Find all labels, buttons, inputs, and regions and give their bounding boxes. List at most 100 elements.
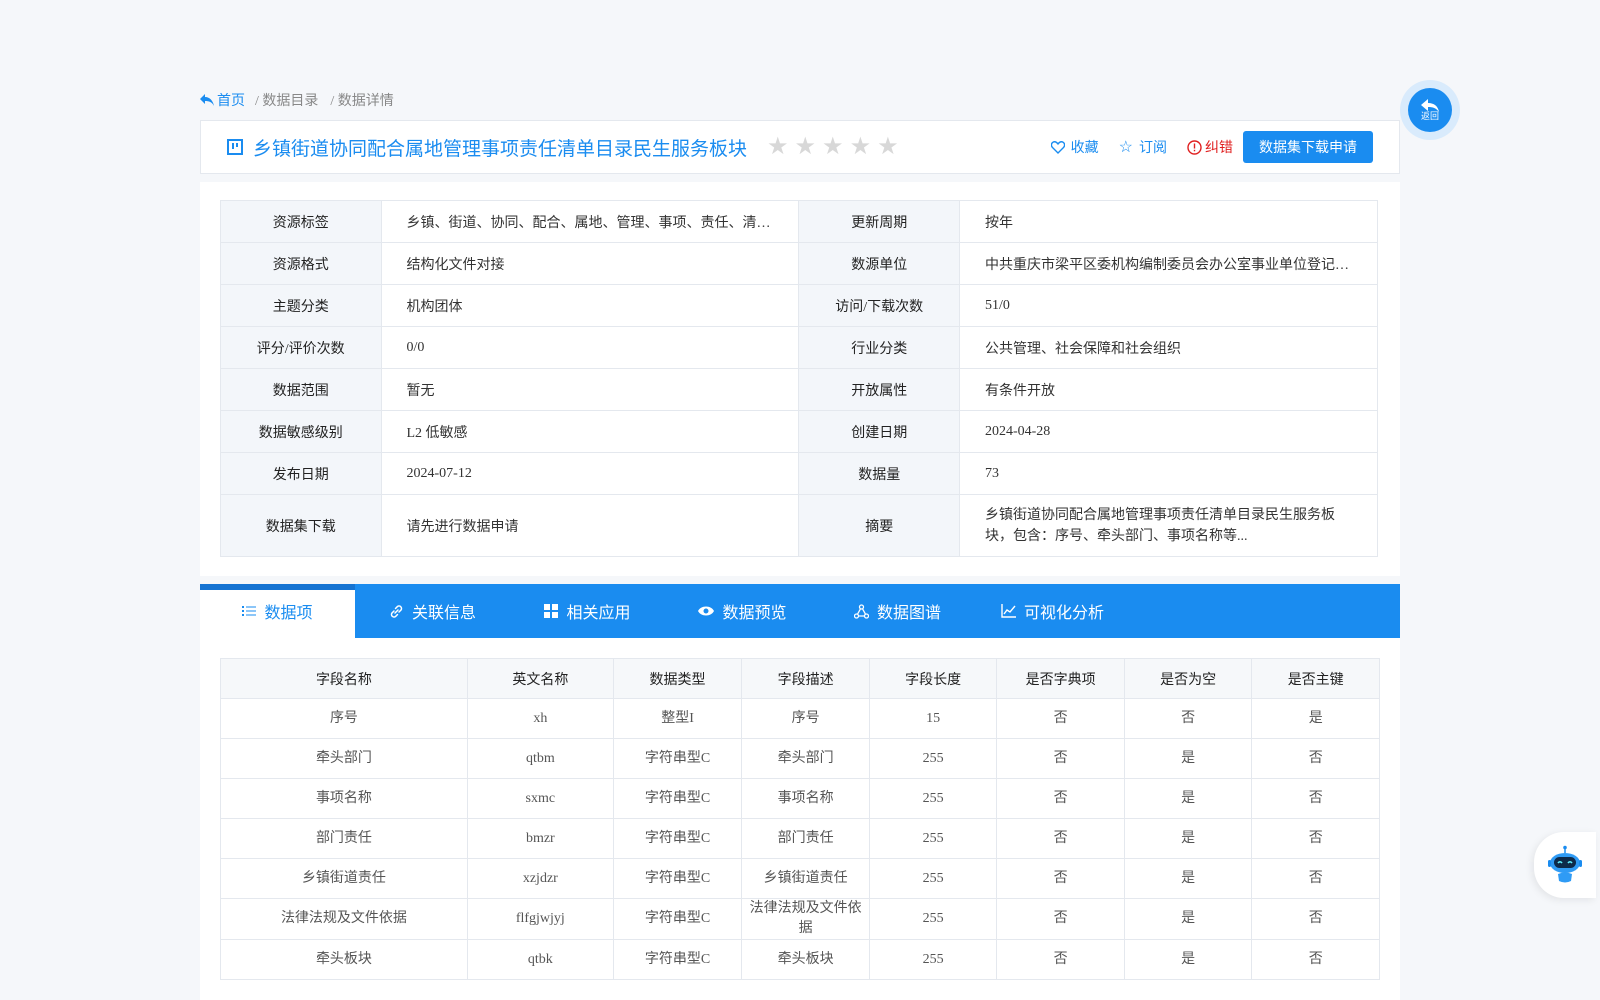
table-cell: xh <box>466 698 614 739</box>
info-value: 中共重庆市梁平区委机构编制委员会办公室事业单位登记管理局 <box>958 242 1379 285</box>
table-cell: xzjdzr <box>466 858 614 899</box>
data-items-panel: 字段名称 英文名称 数据类型 字段描述 字段长度 是否字典项 是否为空 是否主键… <box>200 638 1400 1000</box>
star-icon[interactable]: ★ <box>767 135 789 159</box>
table-cell: 部门责任 <box>220 818 468 859</box>
table-cell: 255 <box>868 818 998 859</box>
breadcrumb-home[interactable]: 首页 <box>200 90 245 110</box>
tab-related-apps[interactable]: 相关应用 <box>510 584 665 638</box>
info-label: 数源单位 <box>798 242 960 285</box>
table-row: 牵头板块 qtbk 字符串型C 牵头板块 255 否是否 <box>220 939 1380 980</box>
star-icon[interactable]: ★ <box>850 135 872 159</box>
report-error-button[interactable]: 纠错 <box>1187 137 1233 157</box>
info-row: 主题分类 机构团体 访问/下载次数 51/0 <box>220 284 1379 327</box>
star-icon[interactable]: ★ <box>795 135 817 159</box>
apply-download-button[interactable]: 数据集下载申请 <box>1243 131 1373 163</box>
info-label: 数据敏感级别 <box>220 410 382 453</box>
info-value: 有条件开放 <box>958 368 1379 411</box>
table-cell: 否 <box>996 858 1125 899</box>
info-label: 资源标签 <box>220 200 382 243</box>
info-row: 发布日期 2024-07-12 数据量 73 <box>220 452 1379 495</box>
tab-related-info[interactable]: 关联信息 <box>355 584 510 638</box>
rating-stars[interactable]: ★ ★ ★ ★ ★ <box>767 135 899 159</box>
table-cell: 序号 <box>220 698 468 739</box>
star-icon[interactable]: ★ <box>877 135 899 159</box>
table-cell: 牵头板块 <box>220 939 468 980</box>
info-label: 开放属性 <box>798 368 960 411</box>
back-button-inner: 返回 <box>1408 88 1452 132</box>
table-cell: 否 <box>996 698 1125 739</box>
breadcrumb-detail: / 数据详情 <box>330 94 394 109</box>
table-cell: 乡镇街道责任 <box>220 858 468 899</box>
table-cell: 255 <box>868 858 998 899</box>
info-panel: 资源标签 乡镇、街道、协同、配合、属地、管理、事项、责任、清单、目录、民生、服务… <box>200 182 1400 576</box>
info-value: 0/0 <box>380 326 800 369</box>
table-cell: 255 <box>868 778 998 819</box>
info-label: 主题分类 <box>220 284 382 327</box>
table-cell: 是 <box>1123 738 1253 779</box>
table-cell: 字符串型C <box>612 818 743 859</box>
chatbot-button[interactable] <box>1534 832 1596 898</box>
info-label: 资源格式 <box>220 242 382 285</box>
table-cell: 否 <box>1251 738 1380 779</box>
info-label: 数据量 <box>798 452 960 495</box>
table-body: 序号 xh 整型I 序号 15 否否是牵头部门 qtbm 字符串型C 牵头部门 255 否是否事项名… <box>220 698 1380 980</box>
table-cell: 否 <box>996 818 1125 859</box>
table-cell: 字符串型C <box>612 858 743 899</box>
table-cell: 字符串型C <box>612 738 743 779</box>
table-cell: 否 <box>1251 778 1380 819</box>
table-cell: 否 <box>1251 818 1380 859</box>
tab-visual-analysis[interactable]: 可视化分析 <box>975 584 1130 638</box>
favorite-button[interactable]: 收藏 <box>1050 137 1099 157</box>
table-cell: 是 <box>1251 698 1380 739</box>
table-cell: 部门责任 <box>741 818 870 859</box>
data-items-table: 字段名称 英文名称 数据类型 字段描述 字段长度 是否字典项 是否为空 是否主键… <box>220 658 1380 980</box>
table-cell: 否 <box>1251 939 1380 980</box>
breadcrumb-catalog[interactable]: / 数据目录 <box>255 90 318 110</box>
table-cell: 乡镇街道责任 <box>741 858 870 899</box>
heart-icon <box>1050 140 1065 154</box>
summary-value: 乡镇街道协同配合属地管理事项责任清单目录民生服务板块，包含：序号、牵头部门、事项… <box>958 494 1379 557</box>
subscribe-button[interactable]: ☆ 订阅 <box>1119 137 1167 157</box>
line-chart-icon <box>1001 604 1016 618</box>
table-cell: bmzr <box>466 818 614 859</box>
table-row: 部门责任 bmzr 字符串型C 部门责任 255 否是否 <box>220 818 1380 859</box>
info-row: 数据敏感级别 L2 低敏感 创建日期 2024-04-28 <box>220 410 1379 453</box>
column-header: 是否为空 <box>1123 658 1253 699</box>
table-cell: 否 <box>996 898 1125 940</box>
list-icon <box>242 606 257 616</box>
info-row: 评分/评价次数 0/0 行业分类 公共管理、社会保障和社会组织 <box>220 326 1379 369</box>
table-cell: 255 <box>868 939 998 980</box>
info-value: 乡镇、街道、协同、配合、属地、管理、事项、责任、清单、目录、民生、服务、板块 <box>380 200 800 243</box>
table-cell: 事项名称 <box>741 778 870 819</box>
info-label: 更新周期 <box>798 200 960 243</box>
info-label: 数据范围 <box>220 368 382 411</box>
table-cell: flfgjwjyj <box>466 898 614 940</box>
table-cell: 牵头部门 <box>220 738 468 779</box>
eye-icon <box>698 606 715 616</box>
info-value: 2024-04-28 <box>958 410 1379 453</box>
table-cell: 是 <box>1123 939 1253 980</box>
back-label: 返回 <box>1420 111 1439 121</box>
tab-data-items[interactable]: 数据项 <box>200 584 355 638</box>
table-row: 事项名称 sxmc 字符串型C 事项名称 255 否是否 <box>220 778 1380 819</box>
reply-icon <box>200 94 214 106</box>
info-label: 创建日期 <box>798 410 960 453</box>
tab-data-preview[interactable]: 数据预览 <box>665 584 820 638</box>
table-cell: 序号 <box>741 698 870 739</box>
table-cell: 法律法规及文件依据 <box>220 898 468 940</box>
info-label: 发布日期 <box>220 452 382 495</box>
table-cell: 事项名称 <box>220 778 468 819</box>
tab-data-graph[interactable]: 数据图谱 <box>820 584 975 638</box>
alert-icon <box>1187 139 1202 155</box>
table-cell: 字符串型C <box>612 898 743 940</box>
title-actions: 收藏 ☆ 订阅 纠错 数据集下载申请 <box>1050 131 1373 163</box>
breadcrumb: 首页 / 数据目录 / 数据详情 <box>200 90 396 110</box>
table-cell: 255 <box>868 738 998 779</box>
back-button[interactable]: 返回 <box>1400 80 1460 140</box>
table-row: 序号 xh 整型I 序号 15 否否是 <box>220 698 1380 739</box>
table-header-row: 字段名称 英文名称 数据类型 字段描述 字段长度 是否字典项 是否为空 是否主键 <box>220 658 1380 699</box>
grid-icon <box>544 604 559 618</box>
star-icon[interactable]: ★ <box>822 135 844 159</box>
info-value: 暂无 <box>380 368 800 411</box>
table-cell: 15 <box>868 698 998 739</box>
